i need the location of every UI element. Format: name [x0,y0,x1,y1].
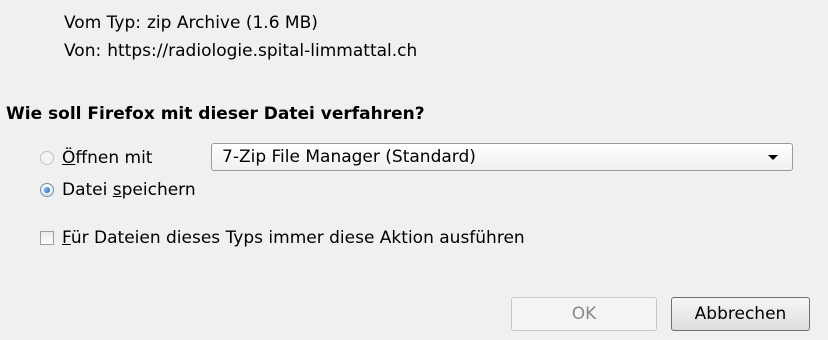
always-do-this-checkbox[interactable] [40,231,54,245]
save-file-accelerator: s [112,180,122,200]
open-with-option[interactable]: Öffnen mit [40,143,152,173]
open-with-label[interactable]: Öffnen mit [62,148,152,168]
cancel-button[interactable]: Abbrechen [671,297,810,331]
file-type-line: Vom Typ: zip Archive (1.6 MB) [64,13,318,33]
file-source-value: https://radiologie.spital-limmattal.ch [107,41,418,61]
open-with-accelerator: Ö [62,148,76,168]
save-file-label-prefix: Datei [62,180,113,200]
open-with-radio[interactable] [40,151,54,165]
always-do-this-option[interactable]: Für Dateien dieses Typs immer diese Akti… [40,226,525,250]
file-source-label: Von: [64,41,102,61]
save-file-option[interactable]: Datei speichern [40,178,196,202]
save-file-label[interactable]: Datei speichern [62,180,196,200]
application-select[interactable]: 7-Zip File Manager (Standard) [211,143,793,171]
application-select-value: 7-Zip File Manager (Standard) [222,147,476,167]
always-do-this-label-text: ür Dateien dieses Typs immer diese Aktio… [70,228,525,248]
file-source-line: Von: https://radiologie.spital-limmattal.… [64,41,417,61]
ok-button[interactable]: OK [511,297,657,331]
always-do-this-accelerator: F [62,228,71,248]
save-file-label-text: peichern [121,180,196,200]
file-type-label: Vom Typ: [64,13,141,33]
action-question: Wie soll Firefox mit dieser Datei verfah… [6,104,425,124]
download-dialog: Vom Typ: zip Archive (1.6 MB) Von: https:/… [0,0,828,340]
save-file-radio[interactable] [40,183,54,197]
always-do-this-label[interactable]: Für Dateien dieses Typs immer diese Akti… [62,228,525,248]
file-type-value: zip Archive (1.6 MB) [147,13,318,33]
chevron-down-icon[interactable] [768,155,778,160]
open-with-label-text: ffnen mit [75,148,153,168]
